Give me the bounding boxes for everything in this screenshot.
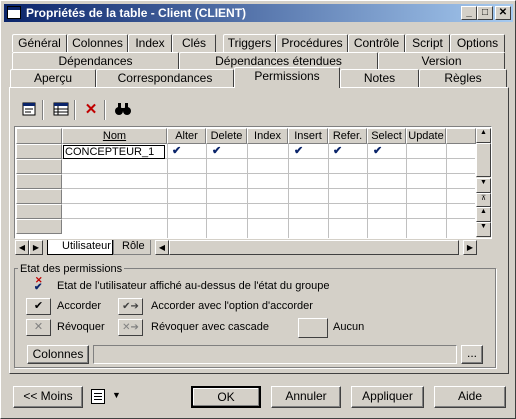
scroll-up-small-icon[interactable]: ▲ bbox=[476, 207, 491, 222]
scroll-down-small-icon[interactable]: ▼ bbox=[476, 222, 491, 237]
title-bar[interactable]: Propriétés de la table - Client (CLIENT)… bbox=[4, 4, 513, 22]
scroll-top-icon[interactable]: ⊼ bbox=[476, 193, 491, 207]
row-header[interactable] bbox=[16, 174, 62, 189]
row-header[interactable] bbox=[16, 144, 62, 159]
tab-correspondances[interactable]: Correspondances bbox=[96, 69, 234, 87]
toolbar-separator bbox=[104, 100, 106, 120]
revoquer-label: Révoquer bbox=[57, 321, 105, 333]
tab-options[interactable]: Options bbox=[450, 34, 505, 52]
column-header-select[interactable]: Select bbox=[367, 128, 406, 144]
ellipsis-button[interactable]: ... bbox=[461, 345, 483, 364]
row-header[interactable] bbox=[16, 219, 62, 234]
cell-nom[interactable]: CONCEPTEUR_1 bbox=[63, 145, 165, 159]
tab-procedures[interactable]: Procédures bbox=[276, 34, 348, 52]
permissions-grid[interactable]: Nom Alter Delete Index Insert Refer. Sel… bbox=[14, 126, 492, 239]
vertical-scrollbar[interactable]: ▲ ▼ ⊼ ▲ ▼ bbox=[476, 128, 491, 238]
tab-controle[interactable]: Contrôle bbox=[348, 34, 405, 52]
permission-info-text: Etat de l'utilisateur affiché au-dessus … bbox=[57, 280, 330, 292]
scroll-down-arrow-icon[interactable]: ▼ bbox=[476, 178, 491, 193]
subtab-utilisateur[interactable]: Utilisateur bbox=[47, 240, 113, 255]
tab-notes[interactable]: Notes bbox=[340, 69, 419, 87]
grid-line bbox=[62, 188, 475, 189]
appliquer-button[interactable]: Appliquer bbox=[351, 386, 424, 408]
revoquer-cascade-swatch-icon[interactable]: ✕➔ bbox=[118, 319, 143, 336]
tab-general[interactable]: Général bbox=[12, 34, 67, 52]
revoquer-swatch-icon[interactable]: ✕ bbox=[26, 319, 51, 336]
window-title: Propriétés de la table - Client (CLIENT) bbox=[26, 6, 247, 20]
delete-icon[interactable]: ✕ bbox=[81, 101, 101, 119]
close-button[interactable]: ✕ bbox=[495, 6, 511, 20]
row-header[interactable] bbox=[16, 204, 62, 219]
list-icon bbox=[91, 389, 105, 404]
tab-triggers[interactable]: Triggers bbox=[223, 34, 276, 52]
scroll-thumb[interactable] bbox=[476, 143, 491, 177]
cell-insert-check[interactable]: ✔ bbox=[294, 144, 303, 157]
horizontal-scrollbar[interactable]: ◀ ▶ bbox=[155, 240, 477, 255]
tab-index[interactable]: Index bbox=[128, 34, 172, 52]
cell-alter-check[interactable]: ✔ bbox=[172, 144, 181, 157]
column-header-extra bbox=[446, 128, 476, 144]
tab-colonnes[interactable]: Colonnes bbox=[67, 34, 128, 52]
column-header-insert[interactable]: Insert bbox=[288, 128, 328, 144]
dialog-window: Propriétés de la table - Client (CLIENT)… bbox=[0, 0, 516, 419]
subtab-scroll-right-icon[interactable]: ▶ bbox=[29, 240, 43, 255]
tab-version[interactable]: Version bbox=[378, 52, 505, 70]
tab-dependances[interactable]: Dépendances bbox=[12, 52, 179, 70]
tab-regles[interactable]: Règles bbox=[419, 69, 507, 87]
accorder-option-label: Accorder avec l'option d'accorder bbox=[151, 300, 313, 312]
annuler-button[interactable]: Annuler bbox=[271, 386, 341, 408]
hscroll-right-icon[interactable]: ▶ bbox=[463, 240, 477, 255]
tab-script[interactable]: Script bbox=[405, 34, 450, 52]
column-header-update[interactable]: Update bbox=[406, 128, 446, 144]
ok-button[interactable]: OK bbox=[191, 386, 261, 408]
grid-corner bbox=[16, 128, 62, 144]
row-header[interactable] bbox=[16, 189, 62, 204]
toolbar-separator bbox=[42, 100, 44, 120]
maximize-button[interactable]: □ bbox=[477, 6, 493, 20]
properties-icon[interactable] bbox=[19, 101, 39, 119]
tab-permissions[interactable]: Permissions bbox=[234, 67, 340, 88]
grid-line bbox=[62, 173, 475, 174]
permission-state-legend: Etat des permissions bbox=[18, 263, 125, 275]
tab-cles[interactable]: Clés bbox=[172, 34, 216, 52]
column-header-nom[interactable]: Nom bbox=[62, 128, 167, 144]
tab-apercu[interactable]: Aperçu bbox=[10, 69, 96, 87]
colonnes-button[interactable]: Colonnes bbox=[27, 345, 89, 364]
revoquer-cascade-label: Révoquer avec cascade bbox=[151, 321, 270, 333]
subtab-role[interactable]: Rôle bbox=[113, 240, 151, 255]
find-icon[interactable] bbox=[113, 101, 133, 119]
aucun-swatch[interactable] bbox=[298, 318, 328, 338]
row-header[interactable] bbox=[16, 159, 62, 174]
scroll-up-arrow-icon[interactable]: ▲ bbox=[476, 128, 491, 143]
dropdown-arrow-icon: ▼ bbox=[112, 390, 121, 400]
table-row[interactable]: CONCEPTEUR_1 ✔ ✔ ✔ ✔ ✔ bbox=[62, 144, 475, 159]
accorder-option-swatch-icon[interactable]: ✔➔ bbox=[118, 298, 143, 315]
colonnes-field[interactable] bbox=[93, 345, 457, 364]
aucun-label: Aucun bbox=[333, 321, 365, 333]
column-header-alter[interactable]: Alter bbox=[167, 128, 206, 144]
column-header-refer[interactable]: Refer. bbox=[328, 128, 367, 144]
column-header-delete[interactable]: Delete bbox=[206, 128, 247, 144]
cell-select-check[interactable]: ✔ bbox=[373, 144, 382, 157]
minimize-button[interactable]: _ bbox=[461, 6, 477, 20]
accorder-swatch-icon[interactable]: ✔ bbox=[26, 298, 51, 315]
aide-button[interactable]: Aide bbox=[434, 386, 506, 408]
user-over-group-icon: ✕ ✔ bbox=[34, 275, 43, 293]
hscroll-thumb[interactable] bbox=[169, 240, 459, 255]
toolbar-separator bbox=[74, 100, 76, 120]
subtab-scroll-left-icon[interactable]: ◀ bbox=[15, 240, 29, 255]
grid-toolbar: ✕ bbox=[15, 97, 145, 123]
table-icon bbox=[7, 6, 21, 19]
view-menu-button[interactable]: ▼ bbox=[90, 388, 126, 406]
moins-button[interactable]: << Moins bbox=[13, 386, 83, 408]
accorder-label: Accorder bbox=[57, 300, 102, 312]
subtab-strip: ◀ ▶ Utilisateur Rôle ◀ ▶ bbox=[15, 240, 492, 256]
cell-delete-check[interactable]: ✔ bbox=[212, 144, 221, 157]
column-header-index[interactable]: Index bbox=[247, 128, 288, 144]
cell-refer-check[interactable]: ✔ bbox=[333, 144, 342, 157]
grid-line bbox=[62, 203, 475, 204]
add-rows-icon[interactable] bbox=[51, 101, 71, 119]
hscroll-left-icon[interactable]: ◀ bbox=[155, 240, 169, 255]
grid-line bbox=[62, 218, 475, 219]
